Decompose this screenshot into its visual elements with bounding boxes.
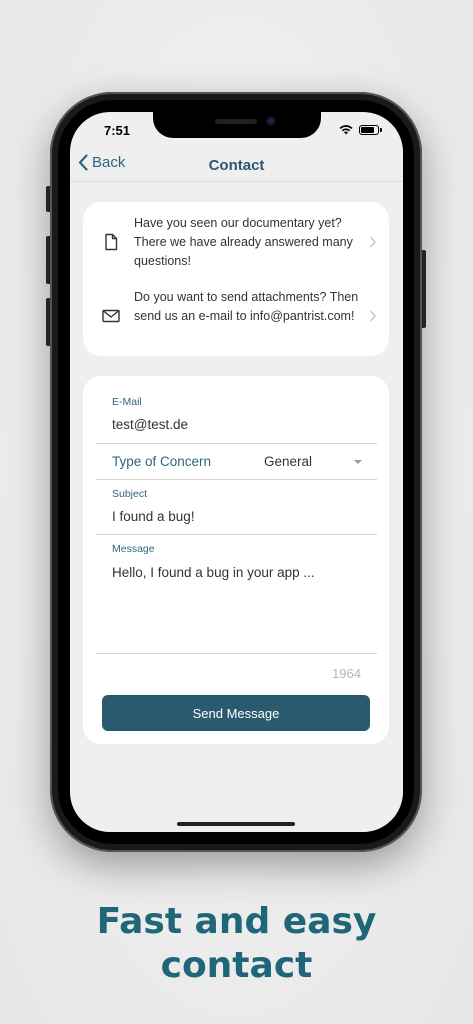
marketing-headline: Fast and easy contact xyxy=(0,900,473,988)
email-value: test@test.de xyxy=(112,417,188,432)
front-camera xyxy=(266,116,276,126)
divider xyxy=(96,443,377,444)
subject-value: I found a bug! xyxy=(112,509,195,524)
speaker-grille xyxy=(215,119,257,124)
divider xyxy=(96,653,377,654)
home-indicator xyxy=(177,822,295,826)
subject-field[interactable]: Subject I found a bug! xyxy=(112,488,377,524)
mail-icon xyxy=(102,309,120,323)
contact-form: E-Mail test@test.de Type of Concern Gene… xyxy=(83,376,389,744)
notch xyxy=(153,112,321,138)
divider xyxy=(96,479,377,480)
headline-line-1: Fast and easy xyxy=(96,901,377,942)
info-card: Have you seen our documentary yet? There… xyxy=(83,202,389,356)
character-counter: 1964 xyxy=(332,666,361,681)
message-value: Hello, I found a bug in your app ... xyxy=(112,565,315,580)
phone-screen: 7:51 Back Contact Have you seen our docu… xyxy=(70,112,403,832)
email-attachments-row[interactable]: Do you want to send attachments? Then se… xyxy=(83,286,389,346)
documentary-link-row[interactable]: Have you seen our documentary yet? There… xyxy=(83,212,389,272)
wifi-icon xyxy=(339,125,353,135)
divider xyxy=(96,534,377,535)
chevron-right-icon xyxy=(370,310,376,322)
concern-label: Type of Concern xyxy=(112,454,212,469)
battery-icon xyxy=(359,124,382,135)
subject-label: Subject xyxy=(112,488,148,500)
email-attachments-text: Do you want to send attachments? Then se… xyxy=(134,290,359,323)
email-label: E-Mail xyxy=(112,396,142,408)
page-title: Contact xyxy=(208,157,265,174)
headline-line-2: contact xyxy=(160,945,313,986)
message-field[interactable]: Message Hello, I found a bug in your app… xyxy=(112,543,377,651)
concern-select[interactable]: General xyxy=(264,454,312,469)
status-icons xyxy=(339,124,382,135)
navigation-bar: Back Contact xyxy=(70,152,403,182)
message-label: Message xyxy=(112,543,155,555)
send-message-button[interactable]: Send Message xyxy=(102,695,370,731)
document-icon xyxy=(105,233,118,251)
email-field[interactable]: E-Mail test@test.de xyxy=(112,396,377,432)
chevron-right-icon xyxy=(370,236,376,248)
documentary-text: Have you seen our documentary yet? There… xyxy=(134,216,353,268)
status-time: 7:51 xyxy=(104,123,131,138)
dropdown-caret-icon[interactable] xyxy=(354,460,362,464)
